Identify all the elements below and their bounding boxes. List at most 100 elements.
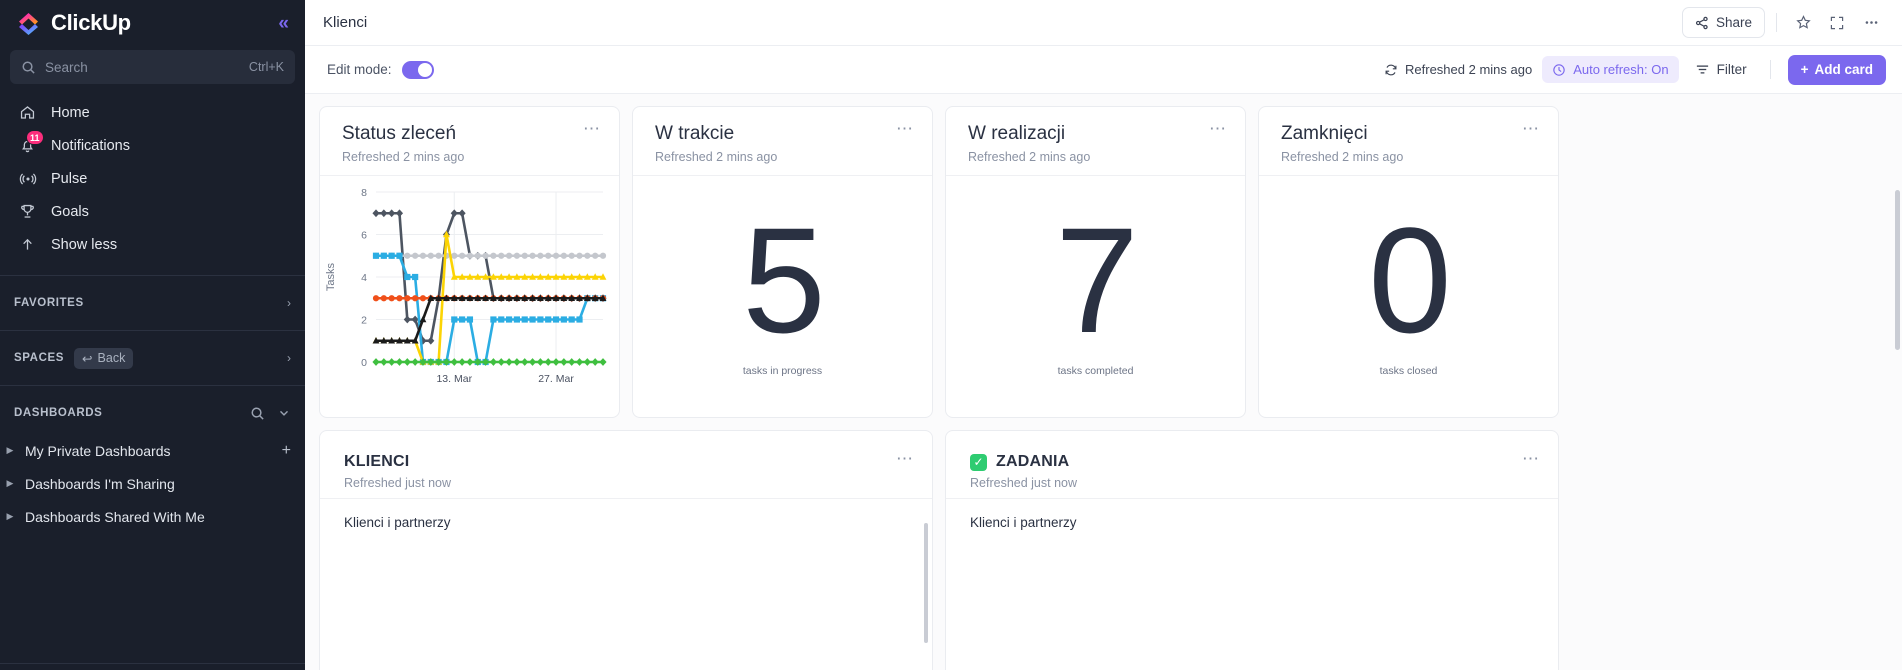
page-scrollbar[interactable] xyxy=(1895,190,1900,350)
sidebar-item-pulse[interactable]: Pulse xyxy=(0,162,305,195)
arrow-up-icon xyxy=(18,235,37,254)
ellipsis-icon[interactable] xyxy=(1856,8,1886,38)
card-header: KLIENCI Refreshed just now ⋯ xyxy=(320,431,932,498)
card-header: W realizacji Refreshed 2 mins ago ⋯ xyxy=(946,107,1245,175)
sidebar-header: ClickUp « xyxy=(0,0,305,46)
card-header: Zamknięci Refreshed 2 mins ago ⋯ xyxy=(1259,107,1558,175)
chevron-right-icon[interactable]: › xyxy=(287,351,291,365)
section-title: FAVORITES xyxy=(14,297,84,309)
section-dashboards[interactable]: DASHBOARDS xyxy=(0,392,305,434)
divider xyxy=(0,385,305,386)
card-menu-icon[interactable]: ⋯ xyxy=(896,450,914,467)
card-klienci[interactable]: KLIENCI Refreshed just now ⋯ Klienci i p… xyxy=(319,430,933,670)
section-spaces[interactable]: SPACES ↩ Back › xyxy=(0,337,305,379)
caret-right-icon[interactable]: ▶ xyxy=(4,511,16,522)
dashboard-toolbar: Edit mode: Refreshed 2 mins ago Auto ref… xyxy=(305,46,1902,94)
svg-text:4: 4 xyxy=(361,272,367,284)
search-shortcut: Ctrl+K xyxy=(248,60,284,74)
filter-button[interactable]: Filter xyxy=(1689,56,1753,84)
brand-name: ClickUp xyxy=(51,10,131,35)
add-card-label: Add card xyxy=(1814,62,1873,77)
share-button[interactable]: Share xyxy=(1681,7,1765,38)
card-title: Status zleceń xyxy=(342,123,457,144)
card-menu-icon[interactable]: ⋯ xyxy=(583,120,601,137)
sidebar-item-notifications[interactable]: 11 Notifications xyxy=(0,129,305,162)
card-row-2: KLIENCI Refreshed just now ⋯ Klienci i p… xyxy=(319,430,1886,670)
divider xyxy=(1769,60,1771,79)
card-zamknieci[interactable]: Zamknięci Refreshed 2 mins ago ⋯ 0 tasks… xyxy=(1258,106,1559,418)
card-w-realizacji[interactable]: W realizacji Refreshed 2 mins ago ⋯ 7 ta… xyxy=(945,106,1246,418)
auto-refresh-badge[interactable]: Auto refresh: On xyxy=(1542,56,1679,83)
edit-mode-toggle[interactable] xyxy=(401,60,434,79)
notifications-badge: 11 xyxy=(26,130,44,145)
check-square-icon: ✓ xyxy=(970,453,987,471)
dashboard-item-im-sharing[interactable]: ▶ Dashboards I'm Sharing xyxy=(0,467,305,500)
card-body: 5 tasks in progress xyxy=(633,176,932,417)
dashboard-item-label: My Private Dashboards xyxy=(25,442,171,459)
add-card-button[interactable]: + Add card xyxy=(1787,54,1886,85)
card-subtitle: Refreshed 2 mins ago xyxy=(655,150,778,164)
dashboard-item-label: Dashboards I'm Sharing xyxy=(25,475,175,492)
edit-mode-control: Edit mode: xyxy=(327,60,434,79)
svg-text:6: 6 xyxy=(361,230,367,242)
metric-caption: tasks completed xyxy=(1057,364,1134,377)
caret-right-icon[interactable]: ▶ xyxy=(4,478,16,489)
section-title: SPACES xyxy=(14,352,65,364)
divider xyxy=(0,330,305,331)
card-row-1: Status zleceń Refreshed 2 mins ago ⋯ 0 2 4… xyxy=(319,106,1886,418)
clickup-logo-icon xyxy=(16,10,42,36)
auto-refresh-label: Auto refresh: On xyxy=(1573,62,1669,77)
trophy-icon xyxy=(18,202,37,221)
app-root: ClickUp « Search Ctrl+K Home 11 Notifica… xyxy=(0,0,1902,670)
home-icon xyxy=(18,103,37,122)
svg-text:2: 2 xyxy=(361,315,367,327)
main-area: Klienci Share Edit mode: Refreshed 2 min… xyxy=(305,0,1902,670)
card-menu-icon[interactable]: ⋯ xyxy=(1209,120,1227,137)
svg-text:8: 8 xyxy=(361,187,367,199)
sidebar-item-home[interactable]: Home xyxy=(0,96,305,129)
card-menu-icon[interactable]: ⋯ xyxy=(896,120,914,137)
filter-icon xyxy=(1695,62,1710,77)
card-menu-icon[interactable]: ⋯ xyxy=(1522,120,1540,137)
card-scrollbar[interactable] xyxy=(924,523,928,643)
sidebar-item-goals[interactable]: Goals xyxy=(0,195,305,228)
list-item[interactable]: Klienci i partnerzy xyxy=(946,499,1558,530)
card-subtitle: Refreshed just now xyxy=(344,476,452,490)
edit-mode-label: Edit mode: xyxy=(327,62,392,77)
card-w-trakcie[interactable]: W trakcie Refreshed 2 mins ago ⋯ 5 tasks… xyxy=(632,106,933,418)
dashboard-canvas: Status zleceń Refreshed 2 mins ago ⋯ 0 2 4… xyxy=(305,94,1902,670)
card-title: KLIENCI xyxy=(344,453,410,470)
star-icon[interactable] xyxy=(1788,8,1818,38)
card-menu-icon[interactable]: ⋯ xyxy=(1522,450,1540,467)
refresh-icon xyxy=(1384,63,1398,77)
divider xyxy=(0,275,305,276)
dashboard-item-shared-with-me[interactable]: ▶ Dashboards Shared With Me xyxy=(0,500,305,533)
card-title: W realizacji xyxy=(968,123,1066,144)
add-dashboard-icon[interactable]: + xyxy=(282,442,291,460)
card-zadania[interactable]: ✓ ZADANIA Refreshed just now ⋯ Klienci i… xyxy=(945,430,1559,670)
section-favorites[interactable]: FAVORITES › xyxy=(0,282,305,324)
pulse-icon xyxy=(18,169,37,188)
section-title: DASHBOARDS xyxy=(14,407,103,419)
sidebar-item-show-less[interactable]: Show less xyxy=(0,228,305,261)
collapse-sidebar-icon[interactable]: « xyxy=(278,14,289,33)
clickup-logo[interactable]: ClickUp xyxy=(16,10,131,36)
back-button[interactable]: ↩ Back xyxy=(74,347,134,369)
list-item[interactable]: Klienci i partnerzy xyxy=(320,499,932,530)
dashboards-search-icon[interactable] xyxy=(250,406,265,421)
card-status-zlecen[interactable]: Status zleceń Refreshed 2 mins ago ⋯ 0 2 4… xyxy=(319,106,620,418)
card-title: W trakcie xyxy=(655,123,735,144)
expand-icon[interactable] xyxy=(1822,8,1852,38)
dashboards-list: ▶ My Private Dashboards + ▶ Dashboards I… xyxy=(0,434,305,533)
search-input[interactable]: Search Ctrl+K xyxy=(10,50,295,84)
dashboard-item-my-private[interactable]: ▶ My Private Dashboards + xyxy=(0,434,305,467)
chevron-down-icon[interactable] xyxy=(277,406,291,420)
sidebar-nav: Home 11 Notifications Pulse Goals Show l… xyxy=(0,94,305,269)
card-body: 0 tasks closed xyxy=(1259,176,1558,417)
svg-text:27. Mar: 27. Mar xyxy=(538,373,574,385)
chevron-right-icon[interactable]: › xyxy=(287,296,291,310)
share-icon xyxy=(1695,16,1709,30)
caret-right-icon[interactable]: ▶ xyxy=(4,445,16,456)
share-label: Share xyxy=(1715,15,1752,30)
plus-icon: + xyxy=(1800,62,1809,77)
